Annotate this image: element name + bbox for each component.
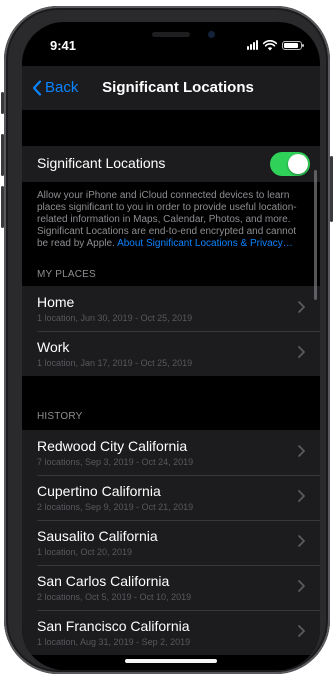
power-button <box>330 156 333 222</box>
privacy-description: Allow your iPhone and iCloud connected d… <box>22 182 320 260</box>
wifi-icon <box>263 39 277 50</box>
history-header: HISTORY <box>37 411 83 422</box>
privacy-link[interactable]: About Significant Locations & Privacy… <box>117 238 293 249</box>
screen: 9:41 Back Significant Locations Signific… <box>22 22 320 670</box>
cellular-signal-icon <box>247 40 258 50</box>
list-item-home[interactable]: Home 1 location, Jun 30, 2019 - Oct 25, … <box>22 286 320 331</box>
chevron-right-icon <box>298 625 305 637</box>
significant-locations-row: Significant Locations <box>22 146 320 182</box>
toggle-label: Significant Locations <box>37 155 166 171</box>
my-places-header: MY PLACES <box>37 269 96 280</box>
scroll-indicator[interactable] <box>314 170 317 300</box>
status-time: 9:41 <box>50 38 77 53</box>
row-subtitle: 1 location, Jun 30, 2019 - Oct 25, 2019 <box>37 313 193 323</box>
row-subtitle: 2 locations, Sep 9, 2019 - Oct 21, 2019 <box>37 502 194 512</box>
status-icons <box>247 39 304 51</box>
chevron-right-icon <box>298 535 305 547</box>
toggle-knob <box>288 154 308 174</box>
list-item-work[interactable]: Work 1 location, Jan 17, 2019 - Oct 25, … <box>22 331 320 376</box>
row-title: San Francisco California <box>37 618 190 634</box>
volume-up-button <box>1 134 4 176</box>
row-subtitle: 1 location, Jan 17, 2019 - Oct 25, 2019 <box>37 358 193 368</box>
notch <box>96 22 246 52</box>
row-subtitle: 7 locations, Sep 3, 2019 - Oct 24, 2019 <box>37 457 194 467</box>
row-subtitle: 1 location, Oct 20, 2019 <box>37 547 133 557</box>
row-title: Home <box>37 294 75 310</box>
row-title: Cupertino California <box>37 483 161 499</box>
row-title: Redwood City California <box>37 438 188 454</box>
home-indicator[interactable] <box>125 659 217 663</box>
list-item-san-carlos[interactable]: San Carlos California 2 locations, Oct 5… <box>22 565 320 610</box>
list-item-san-francisco[interactable]: San Francisco California 1 location, Aug… <box>22 610 320 655</box>
settings-list: Significant Locations Allow your iPhone … <box>22 110 320 670</box>
front-camera <box>208 31 215 38</box>
speaker-grille <box>152 32 190 37</box>
row-title: Sausalito California <box>37 528 158 544</box>
chevron-right-icon <box>298 301 305 313</box>
my-places-list: Home 1 location, Jun 30, 2019 - Oct 25, … <box>22 286 320 376</box>
list-item-cupertino[interactable]: Cupertino California 2 locations, Sep 9,… <box>22 475 320 520</box>
significant-locations-toggle[interactable] <box>270 152 310 176</box>
silent-switch <box>1 92 4 114</box>
battery-icon <box>282 40 304 50</box>
navigation-bar: Back Significant Locations <box>22 66 320 110</box>
page-title: Significant Locations <box>102 79 254 96</box>
row-title: San Carlos California <box>37 573 170 589</box>
chevron-right-icon <box>298 580 305 592</box>
row-subtitle: 1 location, Aug 31, 2019 - Sep 2, 2019 <box>37 637 191 647</box>
list-item-redwood-city[interactable]: Redwood City California 7 locations, Sep… <box>22 430 320 475</box>
phone-frame: 9:41 Back Significant Locations Signific… <box>1 6 333 674</box>
row-subtitle: 2 locations, Oct 5, 2019 - Oct 10, 2019 <box>37 592 192 602</box>
row-title: Work <box>37 339 70 355</box>
list-item-sausalito[interactable]: Sausalito California 1 location, Oct 20,… <box>22 520 320 565</box>
chevron-right-icon <box>298 490 305 502</box>
chevron-right-icon <box>298 346 305 358</box>
history-list: Redwood City California 7 locations, Sep… <box>22 430 320 655</box>
chevron-right-icon <box>298 445 305 457</box>
volume-down-button <box>1 186 4 228</box>
